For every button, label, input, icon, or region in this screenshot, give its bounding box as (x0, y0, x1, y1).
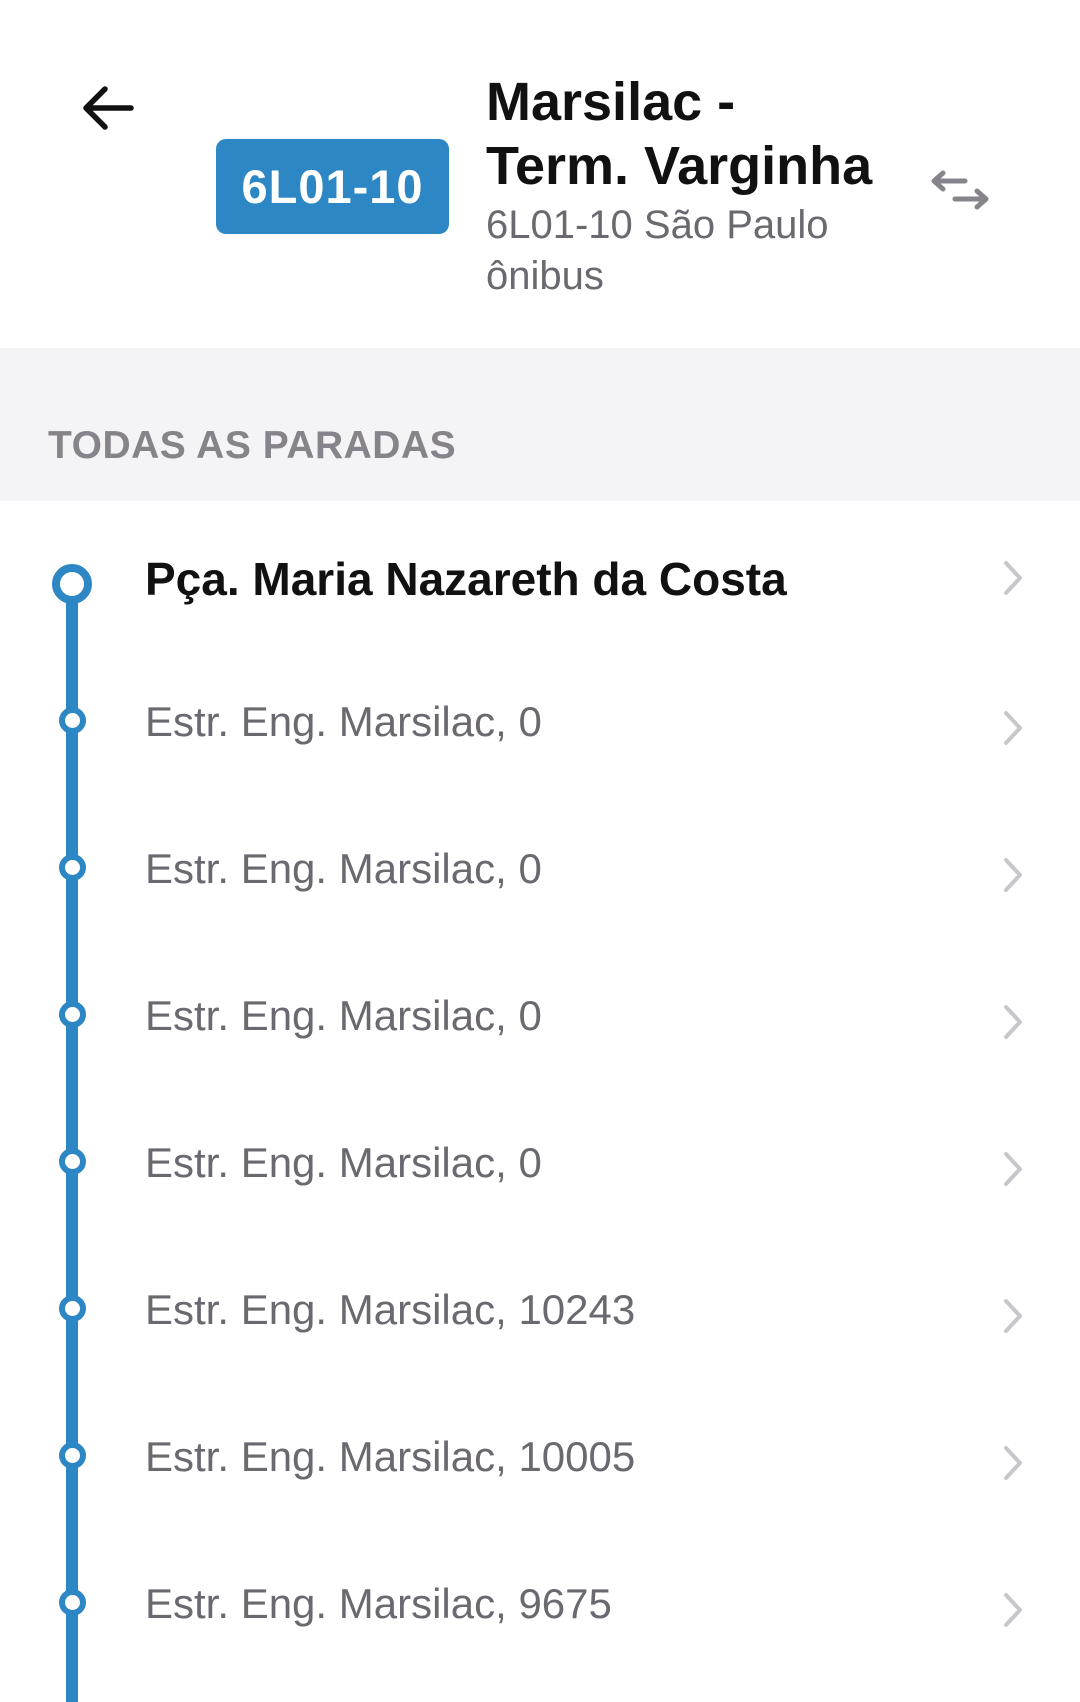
stop-dot-icon (59, 707, 86, 734)
stop-name: Estr. Eng. Marsilac, 10005 (145, 1433, 636, 1480)
stop-name: Estr. Eng. Marsilac, 0 (145, 698, 542, 745)
stop-dot-icon (59, 1001, 86, 1028)
chevron-right-icon (1004, 1446, 1022, 1480)
list-item[interactable]: Estr. Eng. Marsilac, 9675 (0, 1530, 1080, 1677)
chevron-right-icon (1004, 711, 1022, 745)
list-item[interactable]: Estr. Eng. Marsilac, 0 (0, 1089, 1080, 1236)
stop-dot-icon (59, 1589, 86, 1616)
swap-direction-icon (931, 170, 989, 210)
stop-name: Estr. Eng. Marsilac, 10243 (145, 1286, 636, 1333)
section-label: TODAS AS PARADAS (48, 424, 457, 467)
stop-name: Estr. Eng. Marsilac, 0 (145, 1139, 542, 1186)
route-subtitle-line2: ônibus (486, 254, 604, 298)
swap-direction-button[interactable] (920, 150, 1000, 230)
chevron-right-icon (1004, 858, 1022, 892)
list-item[interactable]: Estr. Eng. Marsilac, 0 (0, 795, 1080, 942)
route-code-badge: 6L01-10 (216, 139, 449, 234)
list-item[interactable]: Estr. Eng. Marsilac, 0 (0, 942, 1080, 1089)
list-item[interactable]: Estr. Eng. Marsilac, 0 (0, 648, 1080, 795)
route-subtitle-line1: 6L01-10 São Paulo (486, 203, 829, 247)
list-item[interactable]: Estr. Eng. Marsilac, 10243 (0, 1236, 1080, 1383)
list-item[interactable]: Estr. Eng. Marsilac, 10005 (0, 1383, 1080, 1530)
stop-dot-icon (59, 1295, 86, 1322)
stops-section-header: TODAS AS PARADAS (0, 348, 1080, 501)
route-subtitle: 6L01-10 São Paulo ônibus (486, 200, 886, 302)
chevron-right-icon (1004, 561, 1022, 595)
chevron-right-icon (1004, 1299, 1022, 1333)
stop-dot-icon (59, 1442, 86, 1469)
back-button[interactable] (68, 68, 148, 148)
list-item[interactable]: Pça. Maria Nazareth da Costa (0, 501, 1080, 648)
route-title-line1: Marsilac - (486, 72, 736, 132)
chevron-right-icon (1004, 1005, 1022, 1039)
stop-dot-icon (59, 854, 86, 881)
stop-name: Estr. Eng. Marsilac, 9675 (145, 1580, 612, 1627)
stop-dot-icon (59, 1148, 86, 1175)
route-header: 6L01-10 Marsilac - Term. Varginha 6L01-1… (0, 0, 1080, 348)
chevron-right-icon (1004, 1152, 1022, 1186)
chevron-right-icon (1004, 1593, 1022, 1627)
stops-list[interactable]: Pça. Maria Nazareth da Costa Estr. Eng. … (0, 501, 1080, 1702)
stop-name: Estr. Eng. Marsilac, 0 (145, 992, 542, 1039)
stop-name: Pça. Maria Nazareth da Costa (145, 553, 787, 605)
route-title-line2: Term. Varginha (486, 136, 873, 196)
route-detail-screen: 6L01-10 Marsilac - Term. Varginha 6L01-1… (0, 0, 1080, 1702)
arrow-left-icon (83, 86, 134, 130)
route-title: Marsilac - Term. Varginha (486, 70, 886, 198)
stop-dot-icon (52, 564, 92, 604)
stop-name: Estr. Eng. Marsilac, 0 (145, 845, 542, 892)
